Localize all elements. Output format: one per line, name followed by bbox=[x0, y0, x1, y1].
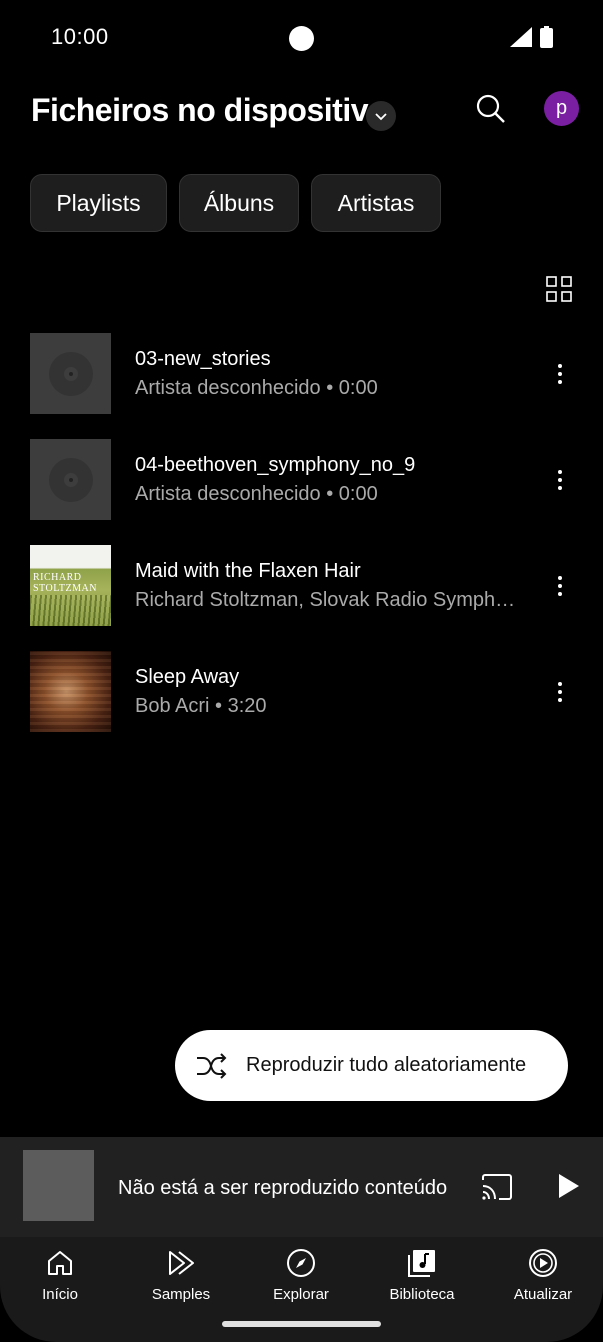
shuffle-all-button[interactable]: Reproduzir tudo aleatoriamente bbox=[175, 1030, 568, 1101]
mini-player-status: Não está a ser reproduzido conteúdo bbox=[118, 1177, 448, 1199]
album-cover-richard-stoltzman: RICHARD STOLTZMAN bbox=[30, 545, 111, 626]
track-title: 03-new_stories bbox=[135, 348, 271, 370]
mini-player[interactable]: Não está a ser reproduzido conteúdo bbox=[0, 1137, 603, 1237]
more-vert-icon[interactable] bbox=[548, 573, 572, 599]
home-indicator[interactable] bbox=[222, 1321, 381, 1327]
nav-label: Início bbox=[42, 1286, 78, 1303]
source-dropdown-button[interactable] bbox=[366, 101, 396, 131]
app-screen: 10:00 Ficheiros no dispositivo p Playlis… bbox=[0, 0, 603, 1342]
album-cover-bob-acri bbox=[30, 651, 111, 732]
chevron-down-icon bbox=[375, 113, 387, 121]
signal-icon bbox=[510, 27, 532, 47]
album-cover-grass bbox=[30, 595, 111, 626]
status-time: 10:00 bbox=[51, 24, 109, 49]
vinyl-icon bbox=[48, 457, 93, 502]
nav-item-home[interactable]: Início bbox=[5, 1237, 115, 1317]
more-vert-icon[interactable] bbox=[548, 361, 572, 387]
library-icon bbox=[408, 1250, 435, 1277]
track-subtitle: Artista desconhecido • 0:00 bbox=[135, 377, 378, 399]
upgrade-icon bbox=[529, 1249, 557, 1277]
list-item[interactable]: RICHARD STOLTZMAN Maid with the Flaxen H… bbox=[0, 545, 603, 643]
nav-item-explore[interactable]: Explorar bbox=[246, 1237, 356, 1317]
track-title: Maid with the Flaxen Hair bbox=[135, 560, 361, 582]
chip-playlists[interactable]: Playlists bbox=[30, 174, 167, 232]
page-title: Ficheiros no dispositivo bbox=[31, 92, 388, 128]
nav-label: Samples bbox=[151, 1286, 211, 1303]
grid-view-icon[interactable] bbox=[546, 276, 572, 302]
home-icon bbox=[48, 1251, 72, 1275]
nav-item-samples[interactable]: Samples bbox=[126, 1237, 236, 1317]
nav-item-upgrade[interactable]: Atualizar bbox=[488, 1237, 598, 1317]
nav-label: Explorar bbox=[273, 1286, 329, 1303]
mini-player-thumbnail bbox=[23, 1150, 94, 1221]
chip-label: Álbuns bbox=[203, 189, 275, 216]
shuffle-icon bbox=[197, 1053, 227, 1079]
track-title: Sleep Away bbox=[135, 666, 240, 688]
cast-icon[interactable] bbox=[481, 1174, 513, 1200]
vinyl-icon bbox=[48, 351, 93, 396]
status-bar: 10:00 bbox=[0, 0, 603, 76]
avatar-letter: p bbox=[555, 97, 568, 119]
album-cover-blur bbox=[30, 651, 111, 732]
nav-item-library[interactable]: Biblioteca bbox=[367, 1237, 477, 1317]
album-cover-text: RICHARD STOLTZMAN bbox=[33, 572, 97, 594]
chip-albums[interactable]: Álbuns bbox=[179, 174, 299, 232]
track-subtitle: Richard Stoltzman, Slovak Radio Symphony… bbox=[135, 589, 525, 611]
track-title: 04-beethoven_symphony_no_9 bbox=[135, 454, 416, 476]
list-item[interactable]: 03-new_stories Artista desconhecido • 0:… bbox=[0, 333, 603, 431]
samples-icon bbox=[169, 1251, 194, 1275]
shuffle-label: Reproduzir tudo aleatoriamente bbox=[246, 1054, 527, 1076]
vinyl-placeholder-thumbnail bbox=[30, 333, 111, 414]
avatar[interactable]: p bbox=[544, 91, 579, 126]
compass-icon bbox=[287, 1249, 315, 1277]
chip-label: Artistas bbox=[337, 189, 415, 216]
search-icon[interactable] bbox=[474, 92, 508, 126]
vinyl-placeholder-thumbnail bbox=[30, 439, 111, 520]
camera-cutout bbox=[289, 26, 314, 51]
list-item[interactable]: Sleep Away Bob Acri • 3:20 bbox=[0, 651, 603, 749]
more-vert-icon[interactable] bbox=[548, 679, 572, 705]
track-subtitle: Bob Acri • 3:20 bbox=[135, 695, 267, 717]
play-icon[interactable] bbox=[556, 1173, 580, 1199]
chip-artists[interactable]: Artistas bbox=[311, 174, 441, 232]
chip-label: Playlists bbox=[56, 189, 141, 216]
track-subtitle: Artista desconhecido • 0:00 bbox=[135, 483, 378, 505]
more-vert-icon[interactable] bbox=[548, 467, 572, 493]
list-item[interactable]: 04-beethoven_symphony_no_9 Artista desco… bbox=[0, 439, 603, 537]
battery-icon bbox=[540, 26, 553, 48]
nav-label: Atualizar bbox=[513, 1286, 573, 1303]
nav-label: Biblioteca bbox=[389, 1286, 455, 1303]
